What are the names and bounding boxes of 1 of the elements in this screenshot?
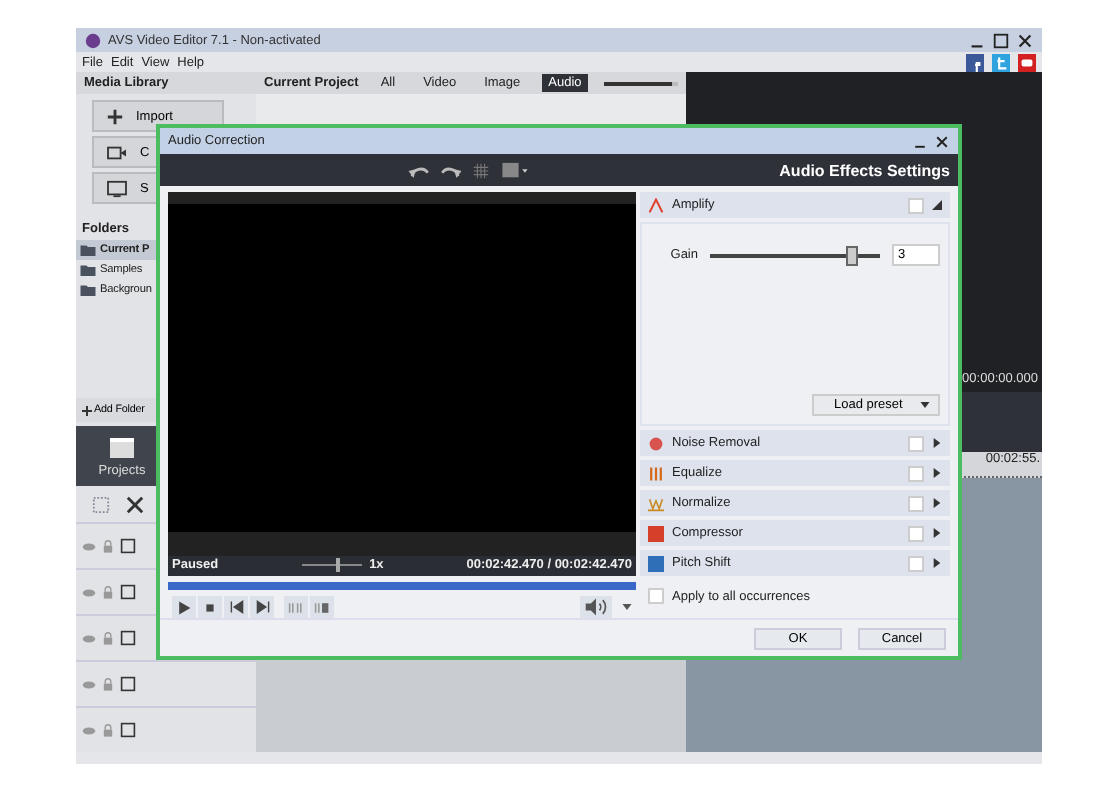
- panel-title: Audio Effects Settings: [779, 161, 950, 179]
